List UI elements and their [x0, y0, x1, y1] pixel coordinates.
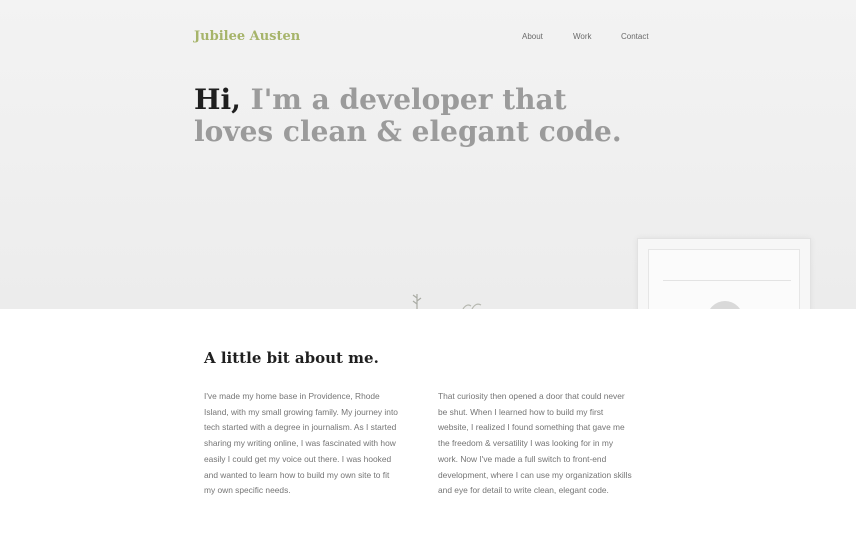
hero-section: Jubilee Austen About Work Contact Hi, I'… — [0, 0, 856, 309]
nav-link-work[interactable]: Work — [573, 32, 592, 41]
nav-link-about[interactable]: About — [522, 32, 543, 41]
brand-logo[interactable]: Jubilee Austen — [194, 29, 300, 44]
about-paragraph-right: That curiosity then opened a door that c… — [438, 391, 632, 496]
plant-sprig-image — [412, 294, 422, 309]
nav-link-contact[interactable]: Contact — [621, 32, 649, 41]
hero-title-greeting: Hi, — [194, 83, 241, 116]
picture-frame-art — [707, 301, 743, 309]
picture-frame-mat — [648, 249, 800, 309]
about-paragraph-left: I've made my home base in Providence, Rh… — [204, 391, 398, 496]
about-section-title: A little bit about me. — [204, 349, 379, 367]
plant-leaves-image — [462, 303, 482, 309]
picture-frame-image — [637, 238, 811, 309]
hero-title: Hi, I'm a developer that loves clean & e… — [194, 84, 634, 148]
picture-frame-line — [663, 280, 791, 281]
hero-title-text: I'm a developer that loves clean & elega… — [194, 83, 622, 148]
